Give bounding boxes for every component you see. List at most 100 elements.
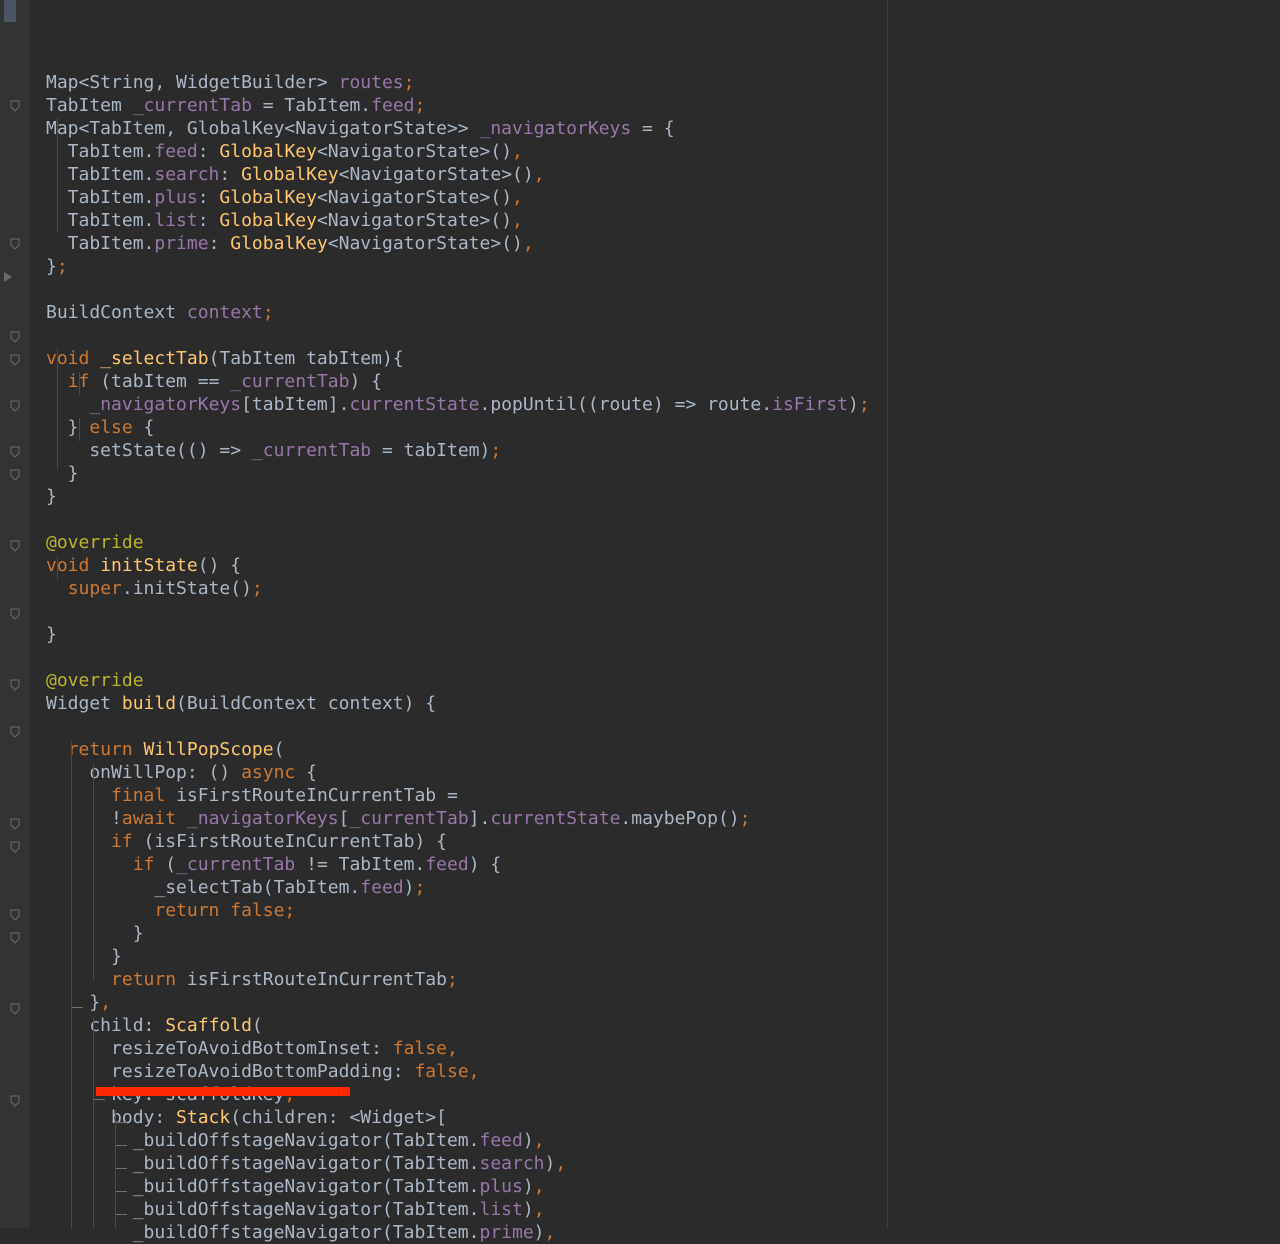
code-line[interactable]: _navigatorKeys[tabItem].currentState.pop… — [46, 393, 1280, 416]
fold-marker-icon[interactable] — [10, 1095, 20, 1107]
code-token: } — [46, 463, 79, 484]
code-token: ; — [403, 72, 415, 93]
code-line[interactable] — [46, 715, 1280, 738]
code-line[interactable]: if (tabItem == _currentTab) { — [46, 370, 1280, 393]
code-line[interactable] — [46, 324, 1280, 347]
code-line[interactable]: _buildOffstageNavigator(TabItem.feed), — [46, 1129, 1280, 1152]
code-line[interactable]: TabItem.search: GlobalKey<NavigatorState… — [46, 163, 1280, 186]
code-line[interactable]: } — [46, 922, 1280, 945]
code-token: } — [46, 486, 57, 507]
code-line[interactable]: }; — [46, 255, 1280, 278]
fold-marker-icon[interactable] — [10, 909, 20, 921]
code-line[interactable]: } else { — [46, 416, 1280, 439]
code-line[interactable]: resizeToAvoidBottomInset: false, — [46, 1037, 1280, 1060]
code-line[interactable]: Map<TabItem, GlobalKey<NavigatorState>> … — [46, 117, 1280, 140]
code-token: currentState — [490, 808, 621, 829]
tree-connector — [116, 1145, 127, 1146]
fold-marker-icon[interactable] — [10, 932, 20, 944]
fold-marker-icon[interactable] — [10, 354, 20, 366]
code-editor[interactable]: Map<String, WidgetBuilder> routes; TabIte… — [46, 48, 1280, 1244]
code-line[interactable]: _selectTab(TabItem.feed); — [46, 876, 1280, 899]
code-token: search — [154, 164, 220, 185]
code-line[interactable]: return WillPopScope( — [46, 738, 1280, 761]
code-line[interactable]: } — [46, 462, 1280, 485]
fold-marker-icon[interactable] — [10, 238, 20, 250]
code-line[interactable]: _buildOffstageNavigator(TabItem.list), — [46, 1198, 1280, 1221]
code-line[interactable]: @override — [46, 669, 1280, 692]
fold-marker-icon[interactable] — [10, 446, 20, 458]
code-line[interactable]: if (_currentTab != TabItem.feed) { — [46, 853, 1280, 876]
code-token: TabItem. — [46, 164, 155, 185]
code-line[interactable]: } — [46, 945, 1280, 968]
code-token: , — [533, 1130, 545, 1151]
code-line[interactable] — [46, 508, 1280, 531]
code-line[interactable]: !await _navigatorKeys[_currentTab].curre… — [46, 807, 1280, 830]
code-line[interactable]: resizeToAvoidBottomPadding: false, — [46, 1060, 1280, 1083]
code-line[interactable]: @override — [46, 531, 1280, 554]
code-token: <NavigatorState>() — [338, 164, 534, 185]
fold-marker-icon[interactable] — [10, 608, 20, 620]
code-line[interactable]: TabItem.list: GlobalKey<NavigatorState>(… — [46, 209, 1280, 232]
code-token: { — [306, 762, 317, 783]
code-token: if — [132, 854, 166, 875]
code-line[interactable]: onWillPop: () async { — [46, 761, 1280, 784]
code-token: _buildOffstageNavigator(TabItem. — [46, 1153, 480, 1174]
code-line[interactable]: _buildOffstageNavigator(TabItem.search), — [46, 1152, 1280, 1175]
fold-marker-icon[interactable] — [10, 726, 20, 738]
fold-marker-icon[interactable] — [10, 818, 20, 830]
code-token: Scaffold — [165, 1015, 252, 1036]
code-token: TabItem. — [46, 233, 155, 254]
code-token: , — [512, 187, 523, 208]
fold-marker-icon[interactable] — [10, 331, 20, 343]
code-line[interactable]: Widget build(BuildContext context) { — [46, 692, 1280, 715]
code-line[interactable]: return isFirstRouteInCurrentTab; — [46, 968, 1280, 991]
fold-marker-icon[interactable] — [10, 841, 20, 853]
code-token: _buildOffstageNavigator(TabItem. — [46, 1130, 480, 1151]
code-line[interactable]: setState(() => _currentTab = tabItem); — [46, 439, 1280, 462]
code-line[interactable]: TabItem.plus: GlobalKey<NavigatorState>(… — [46, 186, 1280, 209]
code-token: ; — [446, 969, 458, 990]
code-token: ) — [533, 1222, 545, 1243]
code-line[interactable]: TabItem.prime: GlobalKey<NavigatorState>… — [46, 232, 1280, 255]
code-line[interactable] — [46, 278, 1280, 301]
code-line[interactable]: void initState() { — [46, 554, 1280, 577]
code-line[interactable]: BuildContext context; — [46, 301, 1280, 324]
code-token: ; — [490, 440, 502, 461]
fold-marker-icon[interactable] — [10, 540, 20, 552]
code-line[interactable]: Map<String, WidgetBuilder> routes; — [46, 71, 1280, 94]
code-token: (children: <Widget>[ — [230, 1107, 447, 1128]
code-line[interactable]: void _selectTab(TabItem tabItem){ — [46, 347, 1280, 370]
code-token: @override — [46, 670, 144, 691]
code-line[interactable]: body: Stack(children: <Widget>[ — [46, 1106, 1280, 1129]
code-line[interactable]: TabItem _currentTab = TabItem.feed; — [46, 94, 1280, 117]
fold-marker-icon[interactable] — [10, 679, 20, 691]
code-token: if — [67, 371, 101, 392]
code-line[interactable]: child: Scaffold( — [46, 1014, 1280, 1037]
fold-marker-icon[interactable] — [10, 469, 20, 481]
code-line[interactable]: super.initState(); — [46, 577, 1280, 600]
code-line[interactable]: if (isFirstRouteInCurrentTab) { — [46, 830, 1280, 853]
code-line[interactable]: final isFirstRouteInCurrentTab = — [46, 784, 1280, 807]
indent-guide — [93, 1018, 94, 1228]
code-token: isFirst — [772, 394, 848, 415]
code-line[interactable]: } — [46, 485, 1280, 508]
code-line[interactable] — [46, 48, 1280, 71]
fold-marker-icon[interactable] — [10, 100, 20, 112]
code-token: ) — [544, 1153, 556, 1174]
code-line[interactable] — [46, 646, 1280, 669]
code-line[interactable]: }, — [46, 991, 1280, 1014]
code-token: Map<TabItem, GlobalKey<NavigatorState>> — [46, 118, 480, 139]
code-line[interactable]: _buildOffstageNavigator(TabItem.prime), — [46, 1221, 1280, 1244]
fold-marker-icon[interactable] — [10, 1003, 20, 1015]
code-token: = TabItem. — [251, 95, 372, 116]
code-line[interactable]: TabItem.feed: GlobalKey<NavigatorState>(… — [46, 140, 1280, 163]
fold-marker-icon[interactable] — [10, 400, 20, 412]
code-token: } — [46, 417, 90, 438]
code-line[interactable]: } — [46, 623, 1280, 646]
code-line[interactable] — [46, 600, 1280, 623]
code-line[interactable]: return false; — [46, 899, 1280, 922]
code-line[interactable]: _buildOffstageNavigator(TabItem.plus), — [46, 1175, 1280, 1198]
gutter-arrow-icon — [4, 272, 12, 282]
